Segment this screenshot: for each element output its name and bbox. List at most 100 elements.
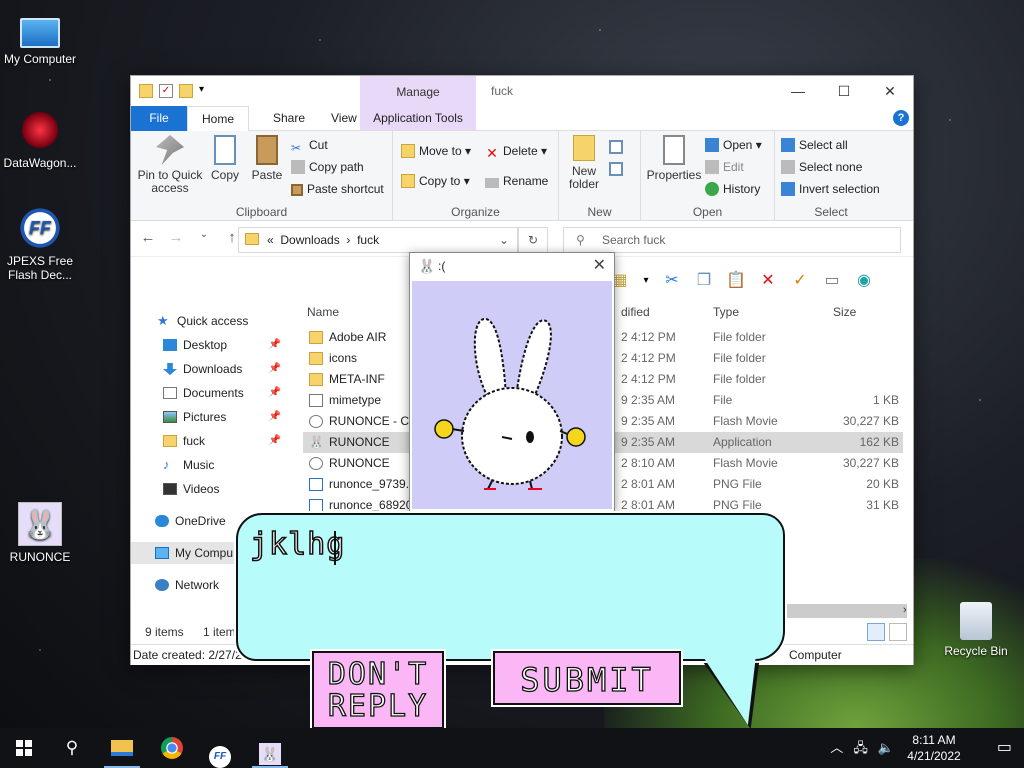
chevron-down-icon[interactable]: ▾ <box>199 84 213 98</box>
group-label: New <box>587 205 612 219</box>
pin-icon <box>156 135 184 165</box>
chevron-down-icon[interactable]: ▾ <box>641 275 651 286</box>
new-folder-quick-icon[interactable] <box>179 84 193 98</box>
chevron-up-icon[interactable]: ︿ <box>830 728 843 768</box>
minimize-button[interactable]: — <box>775 76 821 106</box>
new-folder-button[interactable]: New folder <box>565 135 603 191</box>
tab-file[interactable]: File <box>131 106 187 131</box>
forward-arrow-icon[interactable]: → <box>167 229 185 246</box>
select-all-button[interactable]: Select all <box>781 135 848 155</box>
notification-icon[interactable]: ▭ <box>997 728 1012 768</box>
paste-icon[interactable]: 📋 <box>725 270 747 290</box>
delete-button[interactable]: ✕ Delete ▾ <box>485 141 547 161</box>
invert-selection-icon <box>781 182 795 196</box>
paste-button[interactable]: Paste <box>247 135 287 182</box>
desktop-icon-label: Recycle Bin <box>944 644 1008 658</box>
new-item-button[interactable] <box>609 137 627 157</box>
properties-quick-icon[interactable]: ✓ <box>159 84 173 98</box>
checkmark-icon[interactable]: ✓ <box>789 270 811 290</box>
move-to-button[interactable]: Move to ▾ <box>401 141 471 161</box>
open-button[interactable]: Open ▾ <box>705 135 762 155</box>
properties-button[interactable]: Properties <box>645 135 703 182</box>
scroll-right-arrow-icon[interactable]: › <box>903 604 907 616</box>
nav-videos[interactable]: Videos <box>131 478 301 500</box>
breadcrumb-fuck[interactable]: fuck <box>357 233 379 247</box>
nav-desktop[interactable]: Desktop 📌 <box>131 334 301 356</box>
recent-chevron-icon[interactable]: ⌄ <box>195 229 213 246</box>
tab-home[interactable]: Home <box>187 106 250 132</box>
details-view-icon[interactable] <box>867 623 885 641</box>
copy-to-button[interactable]: Copy to ▾ <box>401 171 470 191</box>
desktop-icon-my-computer[interactable]: My Computer <box>0 10 80 66</box>
nav-music[interactable]: ♪ Music <box>131 454 301 476</box>
delete-icon[interactable]: ✕ <box>757 270 779 290</box>
chevron-down-icon[interactable]: ⌄ <box>499 228 509 252</box>
column-header-size[interactable]: Size <box>833 300 856 324</box>
column-header-type[interactable]: Type <box>713 300 739 324</box>
nav-fuck[interactable]: fuck 📌 <box>131 430 301 452</box>
dont-reply-button[interactable]: DON'T REPLY <box>312 651 444 729</box>
taskbar-runonce[interactable]: 🐰 <box>246 728 294 768</box>
taskbar-chrome[interactable] <box>148 728 196 768</box>
taskbar-file-explorer[interactable] <box>98 728 146 768</box>
location-computer: Computer <box>789 648 842 662</box>
popup-title-bar[interactable]: 🐰 :( ✕ <box>410 253 614 279</box>
copy-path-button[interactable]: Copy path <box>291 157 364 177</box>
refresh-icon: ↻ <box>527 233 539 247</box>
tab-share[interactable]: Share <box>259 106 319 131</box>
desktop-icon-label: DataWagon... <box>3 156 77 170</box>
paste-shortcut-button[interactable]: Paste shortcut <box>291 179 384 199</box>
close-button[interactable]: ✕ <box>593 253 606 279</box>
pin-icon: 📌 <box>268 435 281 446</box>
maximize-button[interactable]: ☐ <box>821 76 867 106</box>
help-button[interactable]: ? <box>893 110 909 126</box>
large-icons-view-icon[interactable] <box>889 623 907 641</box>
history-icon <box>705 182 719 196</box>
clock[interactable]: 8:11 AM 4/21/2022 <box>896 732 972 764</box>
horizontal-scrollbar[interactable] <box>787 604 907 618</box>
desktop-icon-recycle-bin[interactable]: Recycle Bin <box>936 602 1016 658</box>
search-button[interactable]: ⚲ <box>48 728 96 768</box>
tab-application-tools[interactable]: Application Tools <box>360 106 476 131</box>
start-button[interactable] <box>0 728 48 768</box>
nav-downloads[interactable]: Downloads 📌 <box>131 358 301 380</box>
volume-icon[interactable]: 🔈 <box>878 728 894 768</box>
cut-button[interactable]: ✂ Cut <box>291 135 328 155</box>
breadcrumb-downloads[interactable]: Downloads <box>280 233 339 247</box>
nav-pictures[interactable]: Pictures 📌 <box>131 406 301 428</box>
nav-quick-access[interactable]: ★ Quick access <box>131 310 301 332</box>
invert-selection-button[interactable]: Invert selection <box>781 179 880 199</box>
copy-button[interactable]: Copy <box>207 135 243 182</box>
pin-quick-access-button[interactable]: Pin to Quick access <box>137 135 203 195</box>
column-header-name[interactable]: Name <box>307 300 339 324</box>
select-none-button[interactable]: Select none <box>781 157 862 177</box>
search-input[interactable]: ⚲ Search fuck <box>563 227 901 253</box>
group-label: Organize <box>451 205 500 219</box>
address-input[interactable]: « Downloads › fuck ⌄ <box>238 227 518 253</box>
tab-manage[interactable]: Manage <box>360 85 476 99</box>
edit-button[interactable]: Edit <box>705 157 744 177</box>
rename-button[interactable]: Rename <box>485 171 548 191</box>
pin-icon: 📌 <box>268 363 281 374</box>
submit-button[interactable]: SUBMIT <box>493 651 681 705</box>
reply-bubble-input[interactable]: jklhg <box>236 513 785 661</box>
close-button[interactable]: ✕ <box>867 76 913 106</box>
recycle-bin-icon <box>960 602 992 640</box>
cut-icon[interactable]: ✂ <box>661 270 683 290</box>
history-button[interactable]: History <box>705 179 760 199</box>
globe-icon[interactable]: ◉ <box>853 270 875 290</box>
rename-icon[interactable]: ▭ <box>821 270 843 290</box>
desktop-icon-jpexs[interactable]: FF JPEXS Free Flash Dec... <box>0 206 80 282</box>
desktop-icon-datawagon[interactable]: DataWagon... <box>0 108 80 170</box>
network-icon[interactable]: 🖧 <box>853 728 868 768</box>
copy-folder-icon <box>401 174 415 188</box>
taskbar-ffdec[interactable]: FF <box>196 728 244 768</box>
refresh-button[interactable]: ↻ <box>518 227 548 253</box>
desktop-icon-runonce[interactable]: 🐰 RUNONCE <box>0 502 80 564</box>
back-arrow-icon[interactable]: ← <box>139 229 157 246</box>
column-header-modified[interactable]: dified <box>621 300 650 324</box>
easy-access-button[interactable] <box>609 159 627 179</box>
nav-documents[interactable]: Documents 📌 <box>131 382 301 404</box>
window-title: fuck <box>491 84 514 98</box>
copy-icon[interactable]: ❐ <box>693 270 715 290</box>
